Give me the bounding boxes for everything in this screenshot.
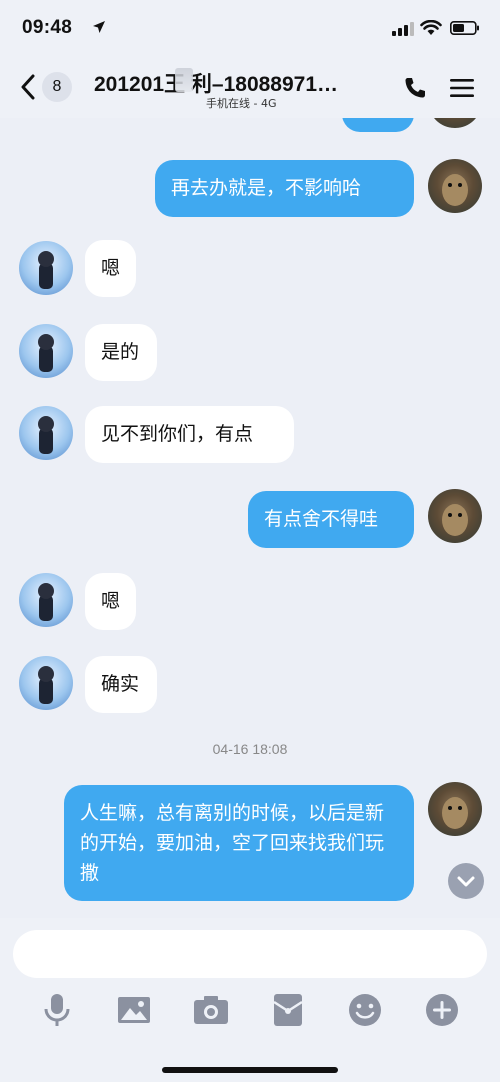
message-bubble-partial[interactable] xyxy=(342,118,414,132)
time-divider: 04-16 18:08 xyxy=(212,741,288,757)
red-packet-icon[interactable] xyxy=(268,990,308,1030)
battery-icon xyxy=(450,21,479,35)
redacted-name-blur xyxy=(175,68,193,92)
peer-avatar[interactable] xyxy=(19,241,73,295)
scroll-to-bottom-button[interactable] xyxy=(448,863,484,899)
location-arrow-icon xyxy=(93,21,105,33)
input-bar xyxy=(0,918,500,1082)
phone-call-icon[interactable] xyxy=(403,76,427,100)
chevron-down-icon xyxy=(457,876,475,887)
emoji-icon[interactable] xyxy=(345,990,385,1030)
peer-avatar[interactable] xyxy=(19,656,73,710)
online-status: 手机在线 - 4G xyxy=(206,97,277,110)
message-bubble-outgoing[interactable]: 再去办就是，不影响哈 xyxy=(155,160,414,217)
self-avatar[interactable] xyxy=(428,159,482,213)
message-bubble-incoming[interactable]: 是的 xyxy=(85,324,157,381)
back-chevron-icon[interactable] xyxy=(20,74,36,100)
message-list[interactable]: 再去办就是，不影响哈 嗯 是的 见不到你们，有点 有点舍不得哇 嗯 确实 04-… xyxy=(0,118,500,918)
message-input[interactable] xyxy=(13,930,487,978)
cellular-signal-icon xyxy=(392,22,414,36)
image-icon[interactable] xyxy=(114,990,154,1030)
menu-icon[interactable] xyxy=(450,78,474,98)
unread-count-badge[interactable]: 8 xyxy=(42,72,72,102)
status-time: 09:48 xyxy=(22,17,73,38)
message-bubble-outgoing[interactable]: 有点舍不得哇 xyxy=(248,491,414,548)
message-bubble-incoming[interactable]: 见不到你们，有点 xyxy=(85,406,294,463)
message-bubble-incoming[interactable]: 嗯 xyxy=(85,240,136,297)
microphone-icon[interactable] xyxy=(37,990,77,1030)
camera-icon[interactable] xyxy=(191,990,231,1030)
chat-title[interactable]: 201201王 利–18088971… xyxy=(94,68,380,98)
wifi-icon xyxy=(420,20,442,35)
message-bubble-outgoing[interactable]: 人生嘛，总有离别的时候，以后是新的开始，要加油，空了回来找我们玩撒 xyxy=(64,785,414,901)
message-bubble-incoming[interactable]: 嗯 xyxy=(85,573,136,630)
status-bar: 09:48 xyxy=(0,0,500,58)
self-avatar[interactable] xyxy=(428,489,482,543)
peer-avatar[interactable] xyxy=(19,406,73,460)
peer-avatar[interactable] xyxy=(19,324,73,378)
plus-icon[interactable] xyxy=(422,990,462,1030)
self-avatar[interactable] xyxy=(428,782,482,836)
message-bubble-incoming[interactable]: 确实 xyxy=(85,656,157,713)
peer-avatar[interactable] xyxy=(19,573,73,627)
home-indicator[interactable] xyxy=(162,1067,338,1073)
self-avatar-partial[interactable] xyxy=(428,118,482,128)
chat-header: 8 201201王 利–18088971… 手机在线 - 4G xyxy=(0,58,500,118)
